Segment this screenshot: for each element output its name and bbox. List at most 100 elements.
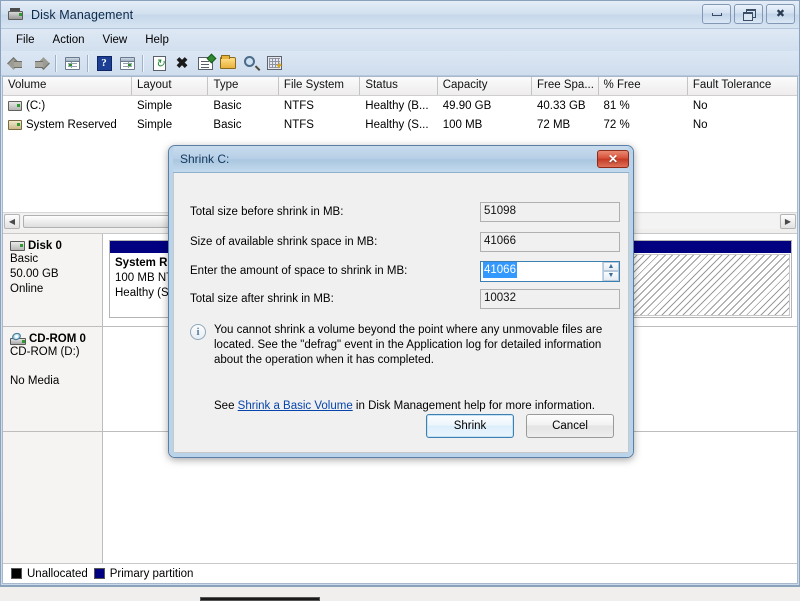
shrink-amount-input[interactable]: 41066 (481, 262, 602, 281)
minimize-button[interactable] (702, 4, 731, 24)
taskbar-item[interactable] (200, 597, 320, 601)
restore-button[interactable] (734, 4, 763, 24)
disk-info-column: Disk 0 Basic 50.00 GB Online CD-ROM 0 CD… (3, 234, 103, 563)
cell-volume-label: (C:) (26, 100, 45, 112)
disk0-title: Disk 0 (10, 240, 96, 252)
scroll-left-button[interactable]: ◀ (4, 214, 20, 229)
refresh-button[interactable]: ↻ (148, 53, 170, 74)
label-total-size-before: Total size before shrink in MB: (190, 206, 343, 218)
menu-file[interactable]: File (7, 32, 44, 48)
cell-volume-label: System Reserved (26, 119, 117, 131)
disk-info-disk0[interactable]: Disk 0 Basic 50.00 GB Online (3, 234, 102, 327)
close-button[interactable]: ✖ (766, 4, 795, 24)
column-header-status[interactable]: Status (360, 77, 437, 95)
value-available-shrink-space: 41066 (480, 232, 620, 252)
cell-fault-tolerance: No (688, 119, 797, 131)
dialog-body: Total size before shrink in MB: 51098 Si… (173, 173, 629, 453)
legend-swatch-unallocated (11, 568, 22, 579)
field-available-shrink-space: Size of available shrink space in MB: 41… (174, 231, 628, 253)
field-total-size-after: Total size after shrink in MB: 10032 (174, 288, 628, 310)
configure-icon: ✦ (267, 56, 282, 70)
open-icon (220, 57, 236, 69)
cell-type: Basic (208, 119, 278, 131)
shrink-amount-stepper[interactable]: 41066 ▲ ▼ (480, 261, 620, 282)
back-button[interactable] (6, 53, 28, 74)
cell-layout: Simple (132, 100, 208, 112)
forward-button[interactable] (29, 53, 51, 74)
partition-size: 100 MB NT (115, 272, 173, 284)
legend-swatch-primary-partition (94, 568, 105, 579)
menubar: File Action View Help (1, 29, 799, 51)
window-titlebar[interactable]: Disk Management ✖ (1, 1, 799, 29)
configure-button[interactable]: ✦ (263, 53, 285, 74)
value-total-size-before: 51098 (480, 202, 620, 222)
cell-percent-free: 81 % (598, 100, 687, 112)
drive-icon (8, 120, 22, 130)
label-shrink-amount: Enter the amount of space to shrink in M… (190, 265, 407, 277)
column-header-file-system[interactable]: File System (279, 77, 360, 95)
column-header-type[interactable]: Type (208, 77, 278, 95)
up-one-level-button[interactable] (61, 53, 83, 74)
info-text: You cannot shrink a volume beyond the po… (214, 323, 614, 368)
shrink-dialog: Shrink C: ✕ Total size before shrink in … (168, 145, 634, 458)
stepper-buttons: ▲ ▼ (602, 262, 619, 281)
column-header-layout[interactable]: Layout (132, 77, 208, 95)
cell-free-space: 40.33 GB (532, 100, 599, 112)
dialog-buttons: Shrink Cancel (426, 414, 614, 438)
properties-button[interactable] (194, 53, 216, 74)
information-icon: i (190, 324, 206, 340)
table-row[interactable]: System Reserved Simple Basic NTFS Health… (3, 115, 797, 134)
open-button[interactable] (217, 53, 239, 74)
window-title: Disk Management (31, 8, 133, 22)
cell-file-system: NTFS (279, 100, 360, 112)
table-row[interactable]: (C:) Simple Basic NTFS Healthy (B... 49.… (3, 96, 797, 115)
toolbar-separator (55, 55, 57, 72)
disk-management-icon (7, 7, 25, 23)
menu-help[interactable]: Help (136, 32, 178, 48)
scroll-right-button[interactable]: ▶ (780, 214, 796, 229)
taskbar (0, 586, 800, 600)
column-header-volume[interactable]: Volume (3, 77, 132, 95)
refresh-icon: ↻ (153, 56, 166, 71)
column-header-capacity[interactable]: Capacity (438, 77, 532, 95)
show-hide-console-tree-icon (120, 57, 135, 70)
shrink-button[interactable]: Shrink (426, 414, 514, 438)
field-total-size-before: Total size before shrink in MB: 51098 (174, 201, 628, 223)
cdrom0-type: CD-ROM (D:) (10, 345, 96, 360)
window-controls: ✖ (702, 4, 795, 24)
cell-capacity: 49.90 GB (438, 100, 532, 112)
help-button[interactable]: ? (93, 53, 115, 74)
cell-free-space: 72 MB (532, 119, 599, 131)
hard-disk-icon (10, 241, 25, 251)
cell-volume: System Reserved (3, 119, 132, 131)
delete-button[interactable]: ✖ (171, 53, 193, 74)
help-line: See Shrink a Basic Volume in Disk Manage… (214, 400, 595, 412)
cell-status: Healthy (B... (360, 100, 437, 112)
disk0-size: 50.00 GB (10, 267, 96, 282)
cell-volume: (C:) (3, 100, 132, 112)
stepper-down-icon[interactable]: ▼ (603, 271, 619, 281)
column-header-free-space[interactable]: Free Spa... (532, 77, 599, 95)
menu-view[interactable]: View (94, 32, 137, 48)
column-header-fault-tolerance[interactable]: Fault Tolerance (688, 77, 797, 95)
shrink-a-basic-volume-link[interactable]: Shrink a Basic Volume (238, 400, 353, 412)
show-hide-console-tree-button[interactable] (116, 53, 138, 74)
cdrom-icon (10, 333, 26, 345)
cell-layout: Simple (132, 119, 208, 131)
properties-icon (198, 57, 213, 70)
field-shrink-amount: Enter the amount of space to shrink in M… (174, 260, 628, 282)
cdrom0-status: No Media (10, 374, 96, 389)
column-header-percent-free[interactable]: % Free (599, 77, 688, 95)
close-icon[interactable]: ✕ (597, 150, 629, 168)
disk-info-cdrom0[interactable]: CD-ROM 0 CD-ROM (D:) No Media (3, 327, 102, 432)
cell-percent-free: 72 % (598, 119, 687, 131)
volume-list-header: Volume Layout Type File System Status Ca… (3, 77, 797, 96)
dialog-titlebar[interactable]: Shrink C: ✕ (169, 146, 633, 173)
back-icon (9, 57, 25, 70)
legend-label-primary-partition: Primary partition (110, 568, 194, 580)
cancel-button[interactable]: Cancel (526, 414, 614, 438)
rescan-disks-button[interactable] (240, 53, 262, 74)
menu-action[interactable]: Action (44, 32, 94, 48)
stepper-up-icon[interactable]: ▲ (603, 262, 619, 272)
help-icon: ? (97, 56, 112, 71)
